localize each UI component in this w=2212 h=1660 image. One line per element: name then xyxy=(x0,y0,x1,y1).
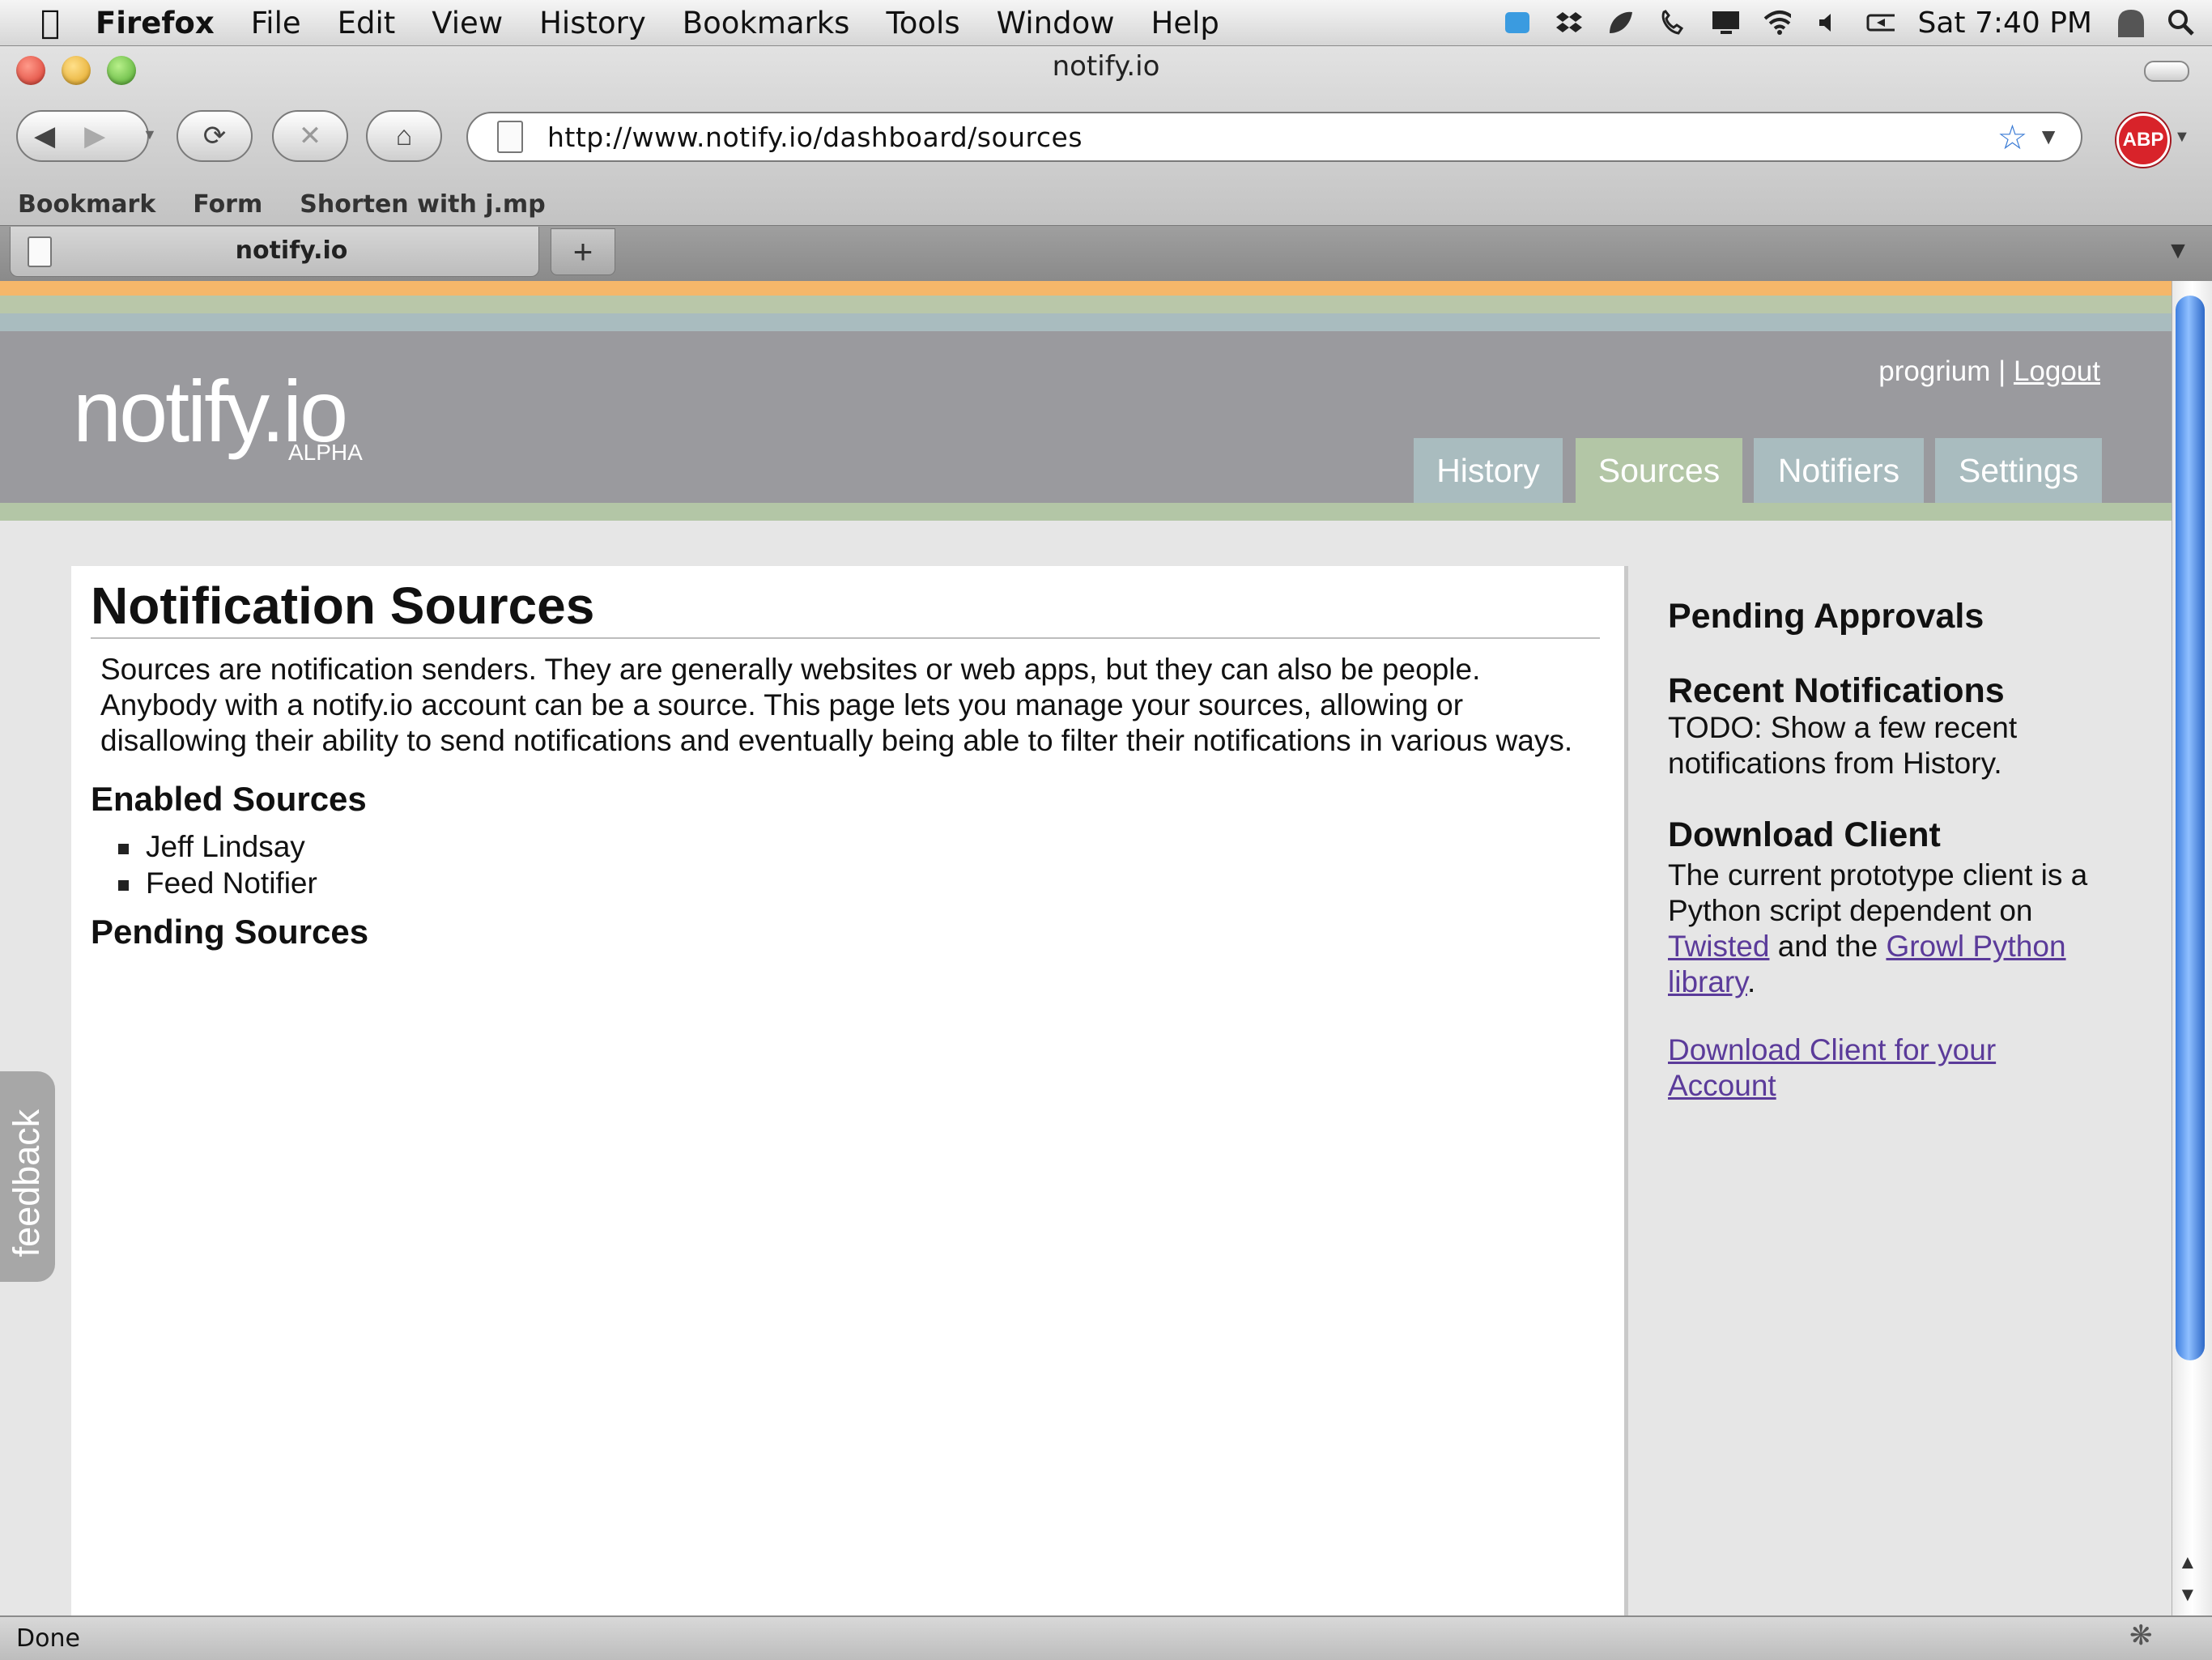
web-page: notify.io ALPHA progrium | Logout Histor… xyxy=(0,281,2172,1615)
home-button[interactable]: ⌂ xyxy=(366,110,442,162)
tab-label[interactable]: notify.io xyxy=(130,236,453,265)
bookmark-item-bookmark[interactable]: Bookmark xyxy=(18,190,155,219)
display-tray-icon[interactable] xyxy=(1710,8,1740,37)
scroll-down-arrow-icon[interactable]: ▼ xyxy=(2178,1584,2197,1607)
menu-help[interactable]: Help xyxy=(1151,6,1219,40)
user-links-separator: | xyxy=(1998,355,2006,387)
source-item-jeff-lindsay[interactable]: Jeff Lindsay xyxy=(146,830,305,864)
user-tray-icon[interactable] xyxy=(2115,8,2144,37)
intro-line: disallowing their ability to send notifi… xyxy=(100,724,1573,757)
twisted-link[interactable]: Twisted xyxy=(1668,930,1769,963)
intro-line: Sources are notification senders. They a… xyxy=(100,653,1481,686)
apple-menu-icon[interactable]:  xyxy=(40,4,60,41)
stop-button[interactable]: ✕ xyxy=(272,110,348,162)
list-bullet xyxy=(118,844,129,854)
firebug-icon[interactable]: ❋ xyxy=(2129,1620,2153,1652)
title-divider xyxy=(91,637,1600,639)
tab-page-icon xyxy=(28,236,52,267)
download-client-link-wrap: Download Client for your Account xyxy=(1668,1032,2024,1104)
scroll-up-arrow-icon[interactable]: ▲ xyxy=(2178,1551,2197,1574)
adblock-dropdown-icon[interactable]: ▼ xyxy=(2174,128,2190,147)
stop-icon: ✕ xyxy=(298,121,322,151)
page-title: Notification Sources xyxy=(91,577,595,635)
new-tab-button[interactable]: + xyxy=(551,228,615,275)
list-bullet xyxy=(118,880,129,891)
header-bottom-stripe xyxy=(0,503,2172,521)
toolbar-toggle-button[interactable] xyxy=(2144,61,2189,82)
header-stripe-orange xyxy=(0,281,2172,296)
pending-sources-heading: Pending Sources xyxy=(91,913,369,951)
menu-tools[interactable]: Tools xyxy=(886,6,959,40)
pending-approvals-heading: Pending Approvals xyxy=(1668,597,1984,636)
reload-icon: ⟳ xyxy=(202,121,227,151)
tab-list-icon[interactable]: ▼ xyxy=(2160,235,2196,267)
adblock-plus-button[interactable]: ABP xyxy=(2116,113,2170,167)
header-stripe-teal xyxy=(0,313,2172,331)
recent-notifications-text: TODO: Show a few recent notifications fr… xyxy=(1668,711,2018,780)
nav-tab-history[interactable]: History xyxy=(1414,438,1563,503)
history-dropdown-icon[interactable]: ▼ xyxy=(143,126,157,143)
download-client-description: The current prototype client is a Python… xyxy=(1668,858,2088,927)
menu-file[interactable]: File xyxy=(251,6,301,40)
back-forward-buttons[interactable]: ◀ ▶ xyxy=(16,110,149,162)
bookmarks-toolbar: Bookmark Form Shorten with j.mp xyxy=(0,183,2212,225)
status-text: Done xyxy=(16,1624,80,1653)
clock[interactable]: Sat 7:40 PM xyxy=(1917,6,2092,40)
back-arrow-icon[interactable]: ◀ xyxy=(34,120,55,152)
phone-tray-icon[interactable] xyxy=(1658,8,1687,37)
feedback-label[interactable]: feedback xyxy=(6,1077,48,1289)
dropbox-tray-icon[interactable] xyxy=(1555,8,1584,37)
intro-paragraph: Sources are notification senders. They a… xyxy=(100,652,1606,759)
bookmark-item-shorten[interactable]: Shorten with j.mp xyxy=(300,190,545,219)
menu-history[interactable]: History xyxy=(539,6,646,40)
menu-edit[interactable]: Edit xyxy=(338,6,396,40)
url-history-dropdown-icon[interactable]: ▼ xyxy=(2037,124,2060,150)
reload-button[interactable]: ⟳ xyxy=(177,110,253,162)
header-stripe-green xyxy=(0,296,2172,313)
window-title: notify.io xyxy=(1052,50,1160,83)
username: progrium xyxy=(1878,355,1991,387)
enabled-sources-heading: Enabled Sources xyxy=(91,780,367,818)
sentence-period: . xyxy=(1747,965,1756,998)
mac-menubar:  Firefox File Edit View History Bookmar… xyxy=(0,0,2212,46)
url-bar[interactable]: http://www.notify.io/dashboard/sources ☆… xyxy=(466,112,2082,162)
battery-tray-icon[interactable] xyxy=(1865,8,1895,37)
logout-link[interactable]: Logout xyxy=(2014,355,2100,387)
menu-bookmarks[interactable]: Bookmarks xyxy=(683,6,850,40)
nav-tab-sources[interactable]: Sources xyxy=(1576,438,1742,503)
bookmark-star-icon[interactable]: ☆ xyxy=(1997,117,2028,157)
scrollbar-thumb[interactable] xyxy=(2176,296,2205,1360)
status-bar xyxy=(0,1615,2212,1660)
download-client-text: The current prototype client is a Python… xyxy=(1668,858,2105,1000)
menu-app-firefox[interactable]: Firefox xyxy=(96,6,215,40)
user-links: progrium | Logout xyxy=(1878,355,2100,388)
alpha-badge: ALPHA xyxy=(288,440,363,465)
menu-view[interactable]: View xyxy=(432,6,503,40)
recent-notifications-heading: Recent Notifications xyxy=(1668,671,2005,710)
wifi-tray-icon[interactable] xyxy=(1762,8,1792,37)
download-client-heading: Download Client xyxy=(1668,815,1941,854)
url-text[interactable]: http://www.notify.io/dashboard/sources xyxy=(547,121,1997,153)
and-the-text: and the xyxy=(1777,930,1878,963)
nav-tab-notifiers[interactable]: Notifiers xyxy=(1754,438,1924,503)
home-icon: ⌂ xyxy=(395,120,413,151)
bookmark-item-form[interactable]: Form xyxy=(193,190,262,219)
forward-arrow-icon[interactable]: ▶ xyxy=(84,120,105,152)
spotlight-search-icon[interactable] xyxy=(2167,8,2196,37)
source-item-feed-notifier[interactable]: Feed Notifier xyxy=(146,866,317,900)
nav-tab-settings[interactable]: Settings xyxy=(1935,438,2102,503)
page-icon xyxy=(497,121,523,153)
leaf-tray-icon[interactable] xyxy=(1606,8,1636,37)
download-client-link[interactable]: Download Client for your Account xyxy=(1668,1033,1996,1102)
intro-line: Anybody with a notify.io account can be … xyxy=(100,688,1464,721)
menu-window[interactable]: Window xyxy=(997,6,1115,40)
main-content-card: Notification Sources Sources are notific… xyxy=(71,566,1628,1615)
volume-tray-icon[interactable] xyxy=(1814,8,1843,37)
growl-tray-icon[interactable] xyxy=(1503,8,1532,37)
